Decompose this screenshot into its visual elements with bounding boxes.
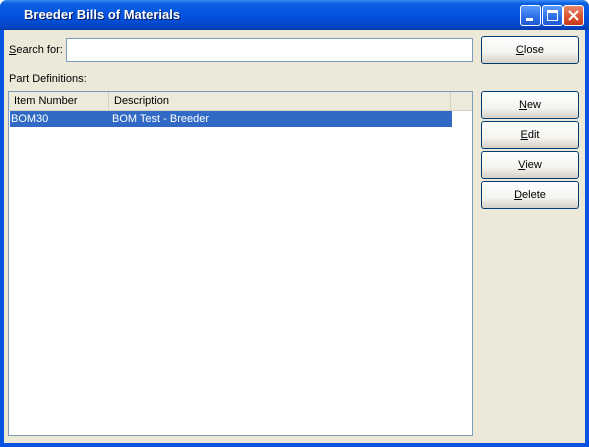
window-border-bottom: [0, 443, 589, 447]
maximize-icon: [547, 10, 558, 21]
minimize-button[interactable]: [520, 5, 541, 26]
close-button[interactable]: Close: [481, 36, 579, 64]
window-title: Breeder Bills of Materials: [24, 7, 181, 22]
close-icon: [568, 10, 579, 21]
maximize-button[interactable]: [542, 5, 563, 26]
cell-item-number: BOM30: [11, 113, 49, 125]
new-button[interactable]: New: [481, 91, 579, 119]
window-border-right: [585, 30, 589, 447]
table-row[interactable]: BOM30 BOM Test - Breeder: [10, 111, 452, 127]
title-bar[interactable]: Breeder Bills of Materials: [0, 0, 589, 30]
column-header-description[interactable]: Description: [109, 92, 451, 110]
list-header: Item Number Description: [9, 92, 472, 111]
search-label: Search for:: [9, 44, 63, 56]
edit-button[interactable]: Edit: [481, 121, 579, 149]
search-input[interactable]: [66, 38, 473, 62]
minimize-icon: [526, 18, 533, 21]
cell-description: BOM Test - Breeder: [112, 113, 209, 125]
column-header-item-number[interactable]: Item Number: [9, 92, 109, 110]
part-definitions-list[interactable]: Item Number Description BOM30 BOM Test -…: [8, 91, 473, 436]
view-button[interactable]: View: [481, 151, 579, 179]
part-definitions-label: Part Definitions:: [9, 73, 87, 85]
window: Breeder Bills of Materials Search for: C…: [0, 0, 589, 447]
delete-button[interactable]: Delete: [481, 181, 579, 209]
close-window-button[interactable]: [563, 5, 584, 26]
